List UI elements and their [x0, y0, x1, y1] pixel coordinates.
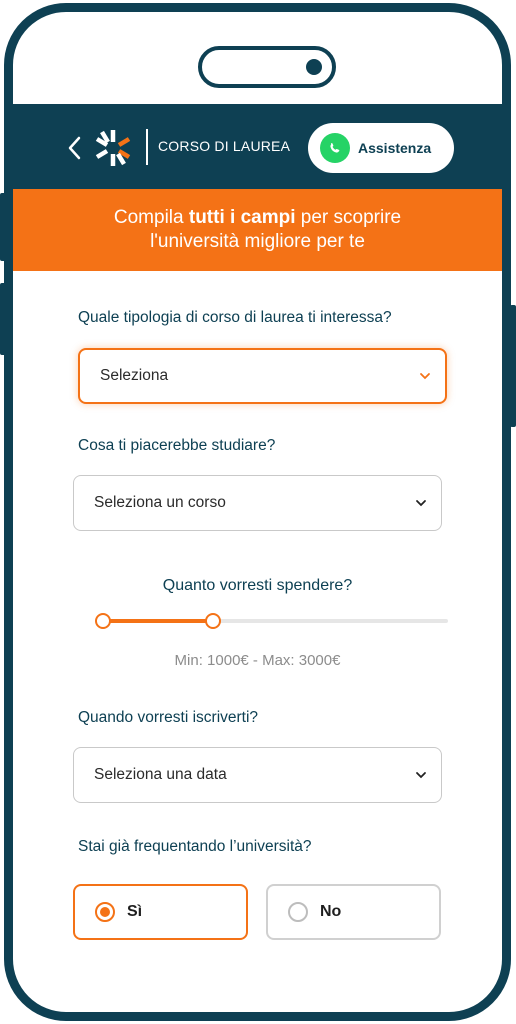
study-subject-label: Cosa ti piacerebbe studiare?	[78, 437, 276, 454]
header-title: CORSO DI LAUREA	[158, 138, 291, 154]
date-select[interactable]: Seleziona una data	[73, 747, 442, 803]
assistance-label: Assistenza	[358, 140, 432, 156]
asterisk-logo	[95, 130, 131, 166]
camera-icon	[306, 59, 322, 75]
radio-selected-icon	[95, 902, 115, 922]
budget-range-text: Min: 1000€ - Max: 3000€	[174, 652, 341, 669]
banner-text-bold: tutti i campi	[188, 207, 296, 228]
radio-unselected-icon	[288, 902, 308, 922]
budget-label: Quanto vorresti spendere?	[162, 577, 353, 594]
budget-slider-fill	[103, 619, 214, 623]
budget-min-handle[interactable]	[95, 613, 111, 629]
date-select-value: Seleziona una data	[94, 766, 227, 783]
course-type-select[interactable]: Seleziona	[78, 348, 447, 404]
chevron-down-icon	[416, 772, 426, 779]
phone-frame: CORSO DI LAUREA Assistenza Compila tutti…	[4, 3, 511, 1021]
header-divider	[146, 129, 148, 165]
dynamic-island	[198, 46, 336, 88]
radio-yes-label: Sì	[127, 903, 143, 920]
banner-text-start: Compila	[113, 207, 189, 228]
course-select[interactable]: Seleziona un corso	[73, 475, 442, 531]
course-type-label: Quale tipologia di corso di laurea ti in…	[78, 309, 392, 326]
app-header: CORSO DI LAUREA Assistenza	[13, 104, 502, 189]
assistance-button[interactable]: Assistenza	[308, 123, 454, 173]
radio-no-label: No	[320, 903, 342, 920]
back-button[interactable]	[63, 134, 85, 162]
budget-max-handle[interactable]	[205, 613, 222, 629]
enrollment-date-label: Quando vorresti iscriverti?	[78, 709, 259, 726]
whatsapp-icon	[320, 133, 350, 163]
attending-university-label: Stai già frequentando l’università?	[78, 838, 312, 855]
chevron-down-icon	[420, 373, 430, 380]
info-banner: Compila tutti i campi per scoprire l'uni…	[13, 189, 502, 271]
radio-no[interactable]: No	[266, 884, 441, 940]
course-type-value: Seleziona	[100, 367, 169, 384]
chevron-down-icon	[416, 500, 426, 507]
chevron-left-icon	[68, 136, 81, 160]
radio-yes[interactable]: Sì	[73, 884, 248, 940]
course-select-value: Seleziona un corso	[94, 494, 226, 511]
